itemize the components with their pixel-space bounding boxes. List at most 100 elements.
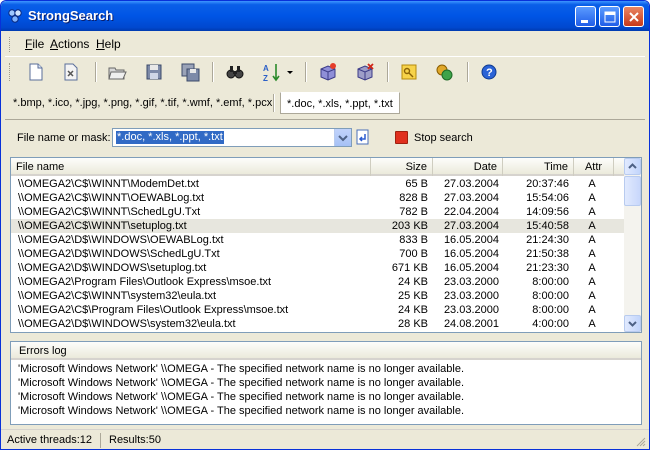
combo-dropdown-button[interactable] [334, 129, 351, 146]
table-row[interactable]: \\OMEGA2\C$\WINNT\SchedLgU.Txt 782 B 22.04… [11, 205, 625, 219]
title-bar[interactable]: StrongSearch [1, 1, 649, 31]
add-icon[interactable] [317, 61, 339, 83]
file-size-cell: 833 B [399, 234, 428, 246]
results-header: File name Size Date Time Attr [11, 158, 625, 176]
save-as-icon[interactable] [179, 61, 201, 83]
svg-text:?: ? [486, 67, 493, 79]
close-icon [629, 12, 639, 22]
menu-actions-label: ctions [58, 37, 90, 51]
open-icon[interactable] [106, 61, 128, 83]
menu-help[interactable]: Help [96, 37, 121, 51]
column-header-size[interactable]: Size [371, 158, 433, 176]
stop-icon[interactable] [395, 131, 408, 144]
column-header-time[interactable]: Time [503, 158, 574, 176]
resize-grip-icon[interactable] [635, 436, 646, 447]
file-time-cell: 21:50:38 [526, 248, 569, 260]
minimize-button[interactable] [575, 6, 596, 27]
file-time-cell: 15:40:58 [526, 220, 569, 232]
file-mask-value[interactable]: *.doc, *.xls, *.ppt, *.txt [116, 131, 224, 144]
scroll-thumb[interactable] [624, 176, 641, 206]
file-size-cell: 671 KB [391, 262, 428, 274]
table-row[interactable]: \\OMEGA2\D$\WINDOWS\system32\eula.txt 28 … [11, 317, 625, 331]
delete-icon[interactable] [60, 61, 82, 83]
file-time-cell: 8:00:00 [532, 276, 569, 288]
table-row[interactable]: \\OMEGA2\C$\WINNT\system32\eula.txt 25 KB… [11, 289, 625, 303]
stop-search-button[interactable]: Stop search [414, 132, 473, 144]
scroll-down-button[interactable] [624, 315, 641, 332]
file-time-cell: 4:00:00 [532, 318, 569, 330]
column-header-filename[interactable]: File name [11, 158, 371, 176]
table-row[interactable]: \\OMEGA2\C$\Program Files\Outlook Expres… [11, 303, 625, 317]
error-line: 'Microsoft Windows Network' \\OMEGA - Th… [18, 377, 465, 389]
file-name-cell: \\OMEGA2\C$\WINNT\setuplog.txt [18, 220, 187, 232]
file-attr-cell: A [588, 234, 596, 246]
web-icon[interactable] [433, 61, 455, 83]
file-time-cell: 15:54:06 [526, 192, 569, 204]
window-title: StrongSearch [28, 8, 114, 23]
errors-log-title: Errors log [19, 345, 67, 357]
menu-actions[interactable]: Actions [50, 37, 89, 51]
minimize-icon [581, 20, 588, 23]
new-icon[interactable] [25, 61, 47, 83]
file-time-cell: 21:24:30 [526, 234, 569, 246]
table-row[interactable]: \\OMEGA2\D$\WINDOWS\SchedLgU.Txt 700 B 16.… [11, 247, 625, 261]
help-icon[interactable]: ? [478, 61, 500, 83]
file-size-cell: 203 KB [391, 220, 428, 232]
sort-dropdown-icon[interactable] [285, 61, 295, 83]
mask-tabs: *.bmp, *.ico, *.jpg, *.png, *.gif, *.tif… [5, 90, 647, 118]
search-panel: File name or mask: *.doc, *.xls, *.ppt, … [5, 119, 645, 155]
table-row[interactable]: \\OMEGA2\C$\WINNT\setuplog.txt 203 KB 27.0… [11, 219, 625, 233]
table-row[interactable]: \\OMEGA2\D$\WINDOWS\OEWABLog.txt 833 B 16.… [11, 233, 625, 247]
file-name-cell: \\OMEGA2\D$\WINDOWS\SchedLgU.Txt [18, 248, 220, 260]
file-date-cell: 24.08.2001 [443, 318, 499, 330]
column-header-date[interactable]: Date [433, 158, 503, 176]
file-date-cell: 27.03.2004 [443, 178, 499, 190]
tab-image-masks[interactable]: *.bmp, *.ico, *.jpg, *.png, *.gif, *.tif… [7, 92, 278, 114]
tab-separator [273, 94, 275, 112]
error-line: 'Microsoft Windows Network' \\OMEGA - Th… [18, 363, 465, 375]
toolbar-grip[interactable] [9, 63, 12, 81]
errors-log[interactable]: Errors log 'Microsoft Windows Network' \… [10, 341, 642, 425]
file-date-cell: 27.03.2004 [443, 192, 499, 204]
save-icon[interactable] [143, 61, 165, 83]
browse-folder-icon[interactable] [355, 129, 371, 145]
maximize-icon [604, 11, 616, 23]
file-time-cell: 20:37:46 [526, 178, 569, 190]
file-size-cell: 828 B [399, 192, 428, 204]
file-time-cell: 8:00:00 [532, 290, 569, 302]
table-row[interactable]: \\OMEGA2\C$\WINNT\ModemDet.txt 65 B 27.03.… [11, 177, 625, 191]
sort-icon[interactable]: AZ [261, 61, 283, 83]
status-results-count: Results:50 [109, 434, 161, 446]
menu-file[interactable]: File [25, 37, 44, 51]
maximize-button[interactable] [599, 6, 620, 27]
error-line: 'Microsoft Windows Network' \\OMEGA - Th… [18, 405, 465, 417]
file-name-cell: \\OMEGA2\D$\WINDOWS\OEWABLog.txt [18, 234, 224, 246]
table-row[interactable]: \\OMEGA2\C$\WINNT\OEWABLog.txt 828 B 27.03… [11, 191, 625, 205]
chevron-down-icon [628, 321, 637, 327]
remove-icon[interactable] [354, 61, 376, 83]
file-attr-cell: A [588, 248, 596, 260]
file-name-cell: \\OMEGA2\D$\WINDOWS\system32\eula.txt [18, 318, 236, 330]
close-button[interactable] [623, 6, 644, 27]
file-attr-cell: A [588, 206, 596, 218]
file-time-cell: 21:23:30 [526, 262, 569, 274]
file-size-cell: 24 KB [398, 304, 428, 316]
file-date-cell: 27.03.2004 [443, 220, 499, 232]
find-icon[interactable] [224, 61, 246, 83]
file-mask-combo[interactable]: *.doc, *.xls, *.ppt, *.txt [112, 128, 352, 147]
menu-bar: File Actions Help [5, 34, 645, 54]
column-header-attr[interactable]: Attr [574, 158, 614, 176]
scroll-up-button[interactable] [624, 158, 641, 175]
file-size-cell: 700 B [399, 248, 428, 260]
table-row[interactable]: \\OMEGA2\D$\WINDOWS\setuplog.txt 671 KB 16… [11, 261, 625, 275]
results-list[interactable]: File name Size Date Time Attr \\OMEGA2\C… [10, 157, 642, 333]
menu-help-label: elp [104, 37, 121, 51]
menu-grip[interactable] [9, 37, 12, 52]
table-row[interactable]: \\OMEGA2\Program Files\Outlook Express\m… [11, 275, 625, 289]
key-icon[interactable] [398, 61, 420, 83]
chevron-down-icon [338, 135, 348, 142]
results-scrollbar[interactable] [624, 158, 641, 332]
file-attr-cell: A [588, 318, 596, 330]
file-time-cell: 8:00:00 [532, 304, 569, 316]
tab-document-masks[interactable]: *.doc, *.xls, *.ppt, *.txt [280, 92, 400, 114]
